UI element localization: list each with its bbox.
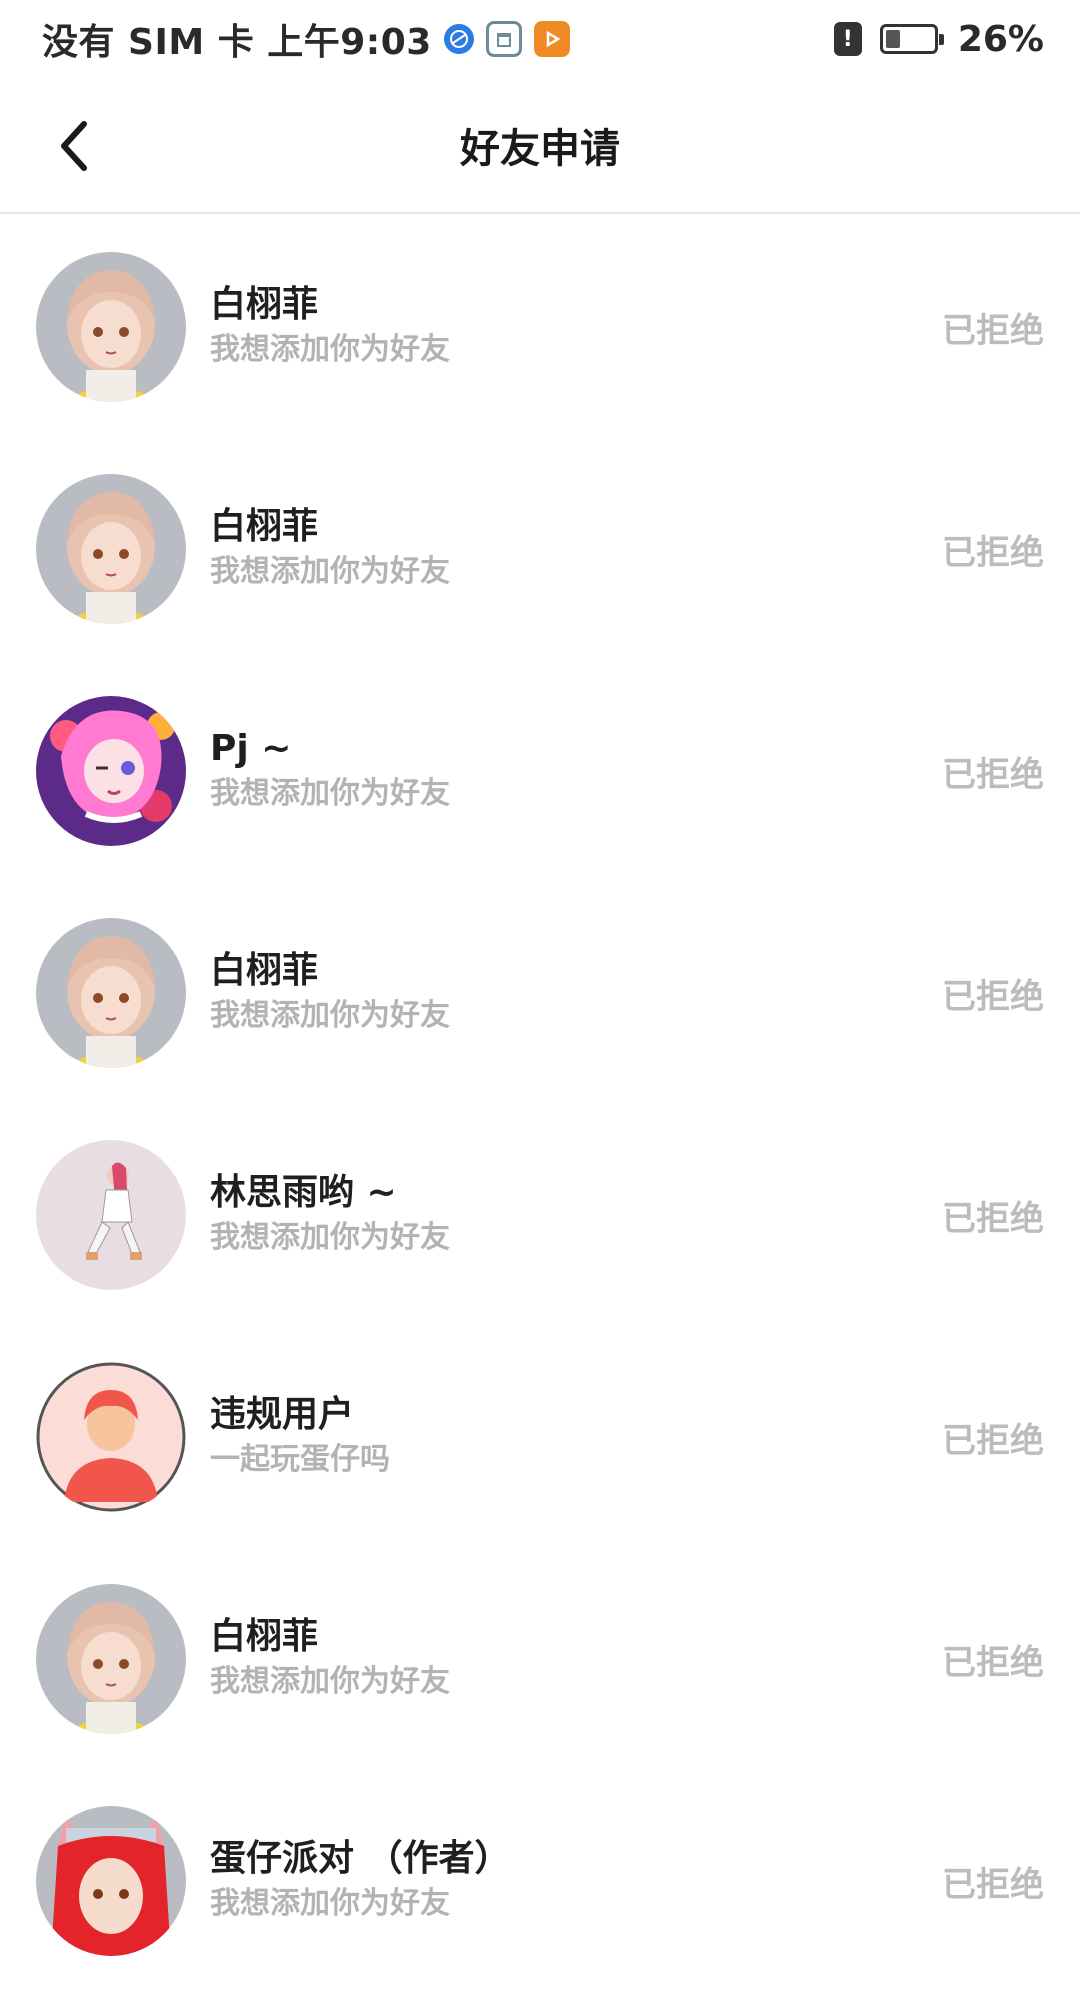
friend-request-list: 白栩菲 我想添加你为好友 已拒绝 白栩菲 我想添加你为好友 已拒绝 Pj ~ 我想添加你为… — [0, 216, 1080, 1992]
avatar[interactable] — [36, 1806, 186, 1956]
requester-name: 林思雨哟 ~ — [210, 1172, 397, 1213]
video-app-icon — [533, 21, 570, 57]
request-message: 我想添加你为好友 — [210, 1886, 450, 1921]
page-title: 好友申请 — [460, 126, 620, 172]
recycle-icon — [485, 21, 522, 57]
avatar[interactable] — [36, 1140, 186, 1290]
avatar[interactable] — [36, 918, 186, 1068]
friend-request-row[interactable]: 白栩菲我想添加你为好友 已拒绝 — [0, 882, 1080, 1104]
request-message: 我想添加你为好友 — [210, 554, 450, 589]
friend-request-row[interactable]: 白栩菲我想添加你为好友 已拒绝 — [0, 1548, 1080, 1770]
request-status: 已拒绝 — [942, 310, 1044, 351]
request-text: 违规用户一起玩蛋仔吗 — [210, 1392, 390, 1482]
friend-request-row[interactable]: Pj ~ 我想添加你为好友 已拒绝 — [0, 660, 1080, 882]
request-text: 白栩菲我想添加你为好友 — [210, 948, 450, 1038]
battery-icon — [879, 24, 944, 54]
avatar[interactable] — [36, 252, 186, 402]
requester-name: 违规用户 — [210, 1394, 355, 1435]
request-message: 我想添加你为好友 — [210, 1220, 450, 1255]
browser-icon — [443, 24, 474, 54]
friend-request-row[interactable]: 白栩菲我想添加你为好友 已拒绝 — [0, 438, 1080, 660]
request-message: 我想添加你为好友 — [210, 776, 450, 811]
requester-name: 白栩菲 — [210, 506, 319, 547]
request-message: 我想添加你为好友 — [210, 1664, 450, 1699]
request-status: 已拒绝 — [942, 754, 1044, 795]
requester-name: 白栩菲 — [210, 950, 319, 991]
chevron-left-icon — [61, 121, 87, 171]
status-right: ! 26% — [833, 18, 1044, 60]
friend-request-row[interactable]: 违规用户一起玩蛋仔吗 已拒绝 — [0, 1326, 1080, 1548]
avatar[interactable] — [36, 696, 186, 846]
request-message: 我想添加你为好友 — [210, 998, 450, 1033]
status-left: 没有 SIM 卡 上午9:03 — [42, 13, 570, 65]
avatar[interactable] — [36, 474, 186, 624]
request-text: 白栩菲我想添加你为好友 — [210, 504, 450, 594]
request-text: 白栩菲我想添加你为好友 — [210, 282, 450, 372]
requester-name: 白栩菲 — [210, 1616, 319, 1657]
requester-name: 蛋仔派对 （作者） — [210, 1838, 511, 1879]
request-status: 已拒绝 — [942, 1642, 1044, 1683]
avatar[interactable] — [36, 1584, 186, 1734]
header: 好友申请 — [0, 78, 1080, 214]
battery-fill — [885, 30, 900, 48]
request-text: Pj ~ 我想添加你为好友 — [210, 726, 450, 816]
carrier-time-text: 没有 SIM 卡 上午9:03 — [42, 22, 432, 63]
requester-name: Pj ~ — [210, 728, 292, 769]
request-status: 已拒绝 — [942, 532, 1044, 573]
battery-percent: 26% — [957, 18, 1044, 60]
request-text: 蛋仔派对 （作者） 我想添加你为好友 — [210, 1836, 511, 1926]
request-message: 一起玩蛋仔吗 — [210, 1442, 390, 1477]
request-status: 已拒绝 — [942, 1420, 1044, 1461]
status-bar: 没有 SIM 卡 上午9:03 ! 26% — [0, 0, 1080, 78]
request-text: 林思雨哟 ~ 我想添加你为好友 — [210, 1170, 450, 1260]
request-status: 已拒绝 — [942, 976, 1044, 1017]
request-message: 我想添加你为好友 — [210, 332, 450, 367]
request-text: 白栩菲我想添加你为好友 — [210, 1614, 450, 1704]
friend-request-row[interactable]: 林思雨哟 ~ 我想添加你为好友 已拒绝 — [0, 1104, 1080, 1326]
friend-request-row[interactable]: 蛋仔派对 （作者） 我想添加你为好友 已拒绝 — [0, 1770, 1080, 1992]
request-status: 已拒绝 — [942, 1198, 1044, 1239]
friend-request-row[interactable]: 白栩菲我想添加你为好友 已拒绝 — [0, 216, 1080, 438]
requester-name: 白栩菲 — [210, 284, 319, 325]
request-status: 已拒绝 — [942, 1864, 1044, 1905]
alert-icon: ! — [833, 22, 862, 56]
avatar[interactable] — [36, 1362, 186, 1512]
back-button[interactable] — [44, 116, 104, 176]
